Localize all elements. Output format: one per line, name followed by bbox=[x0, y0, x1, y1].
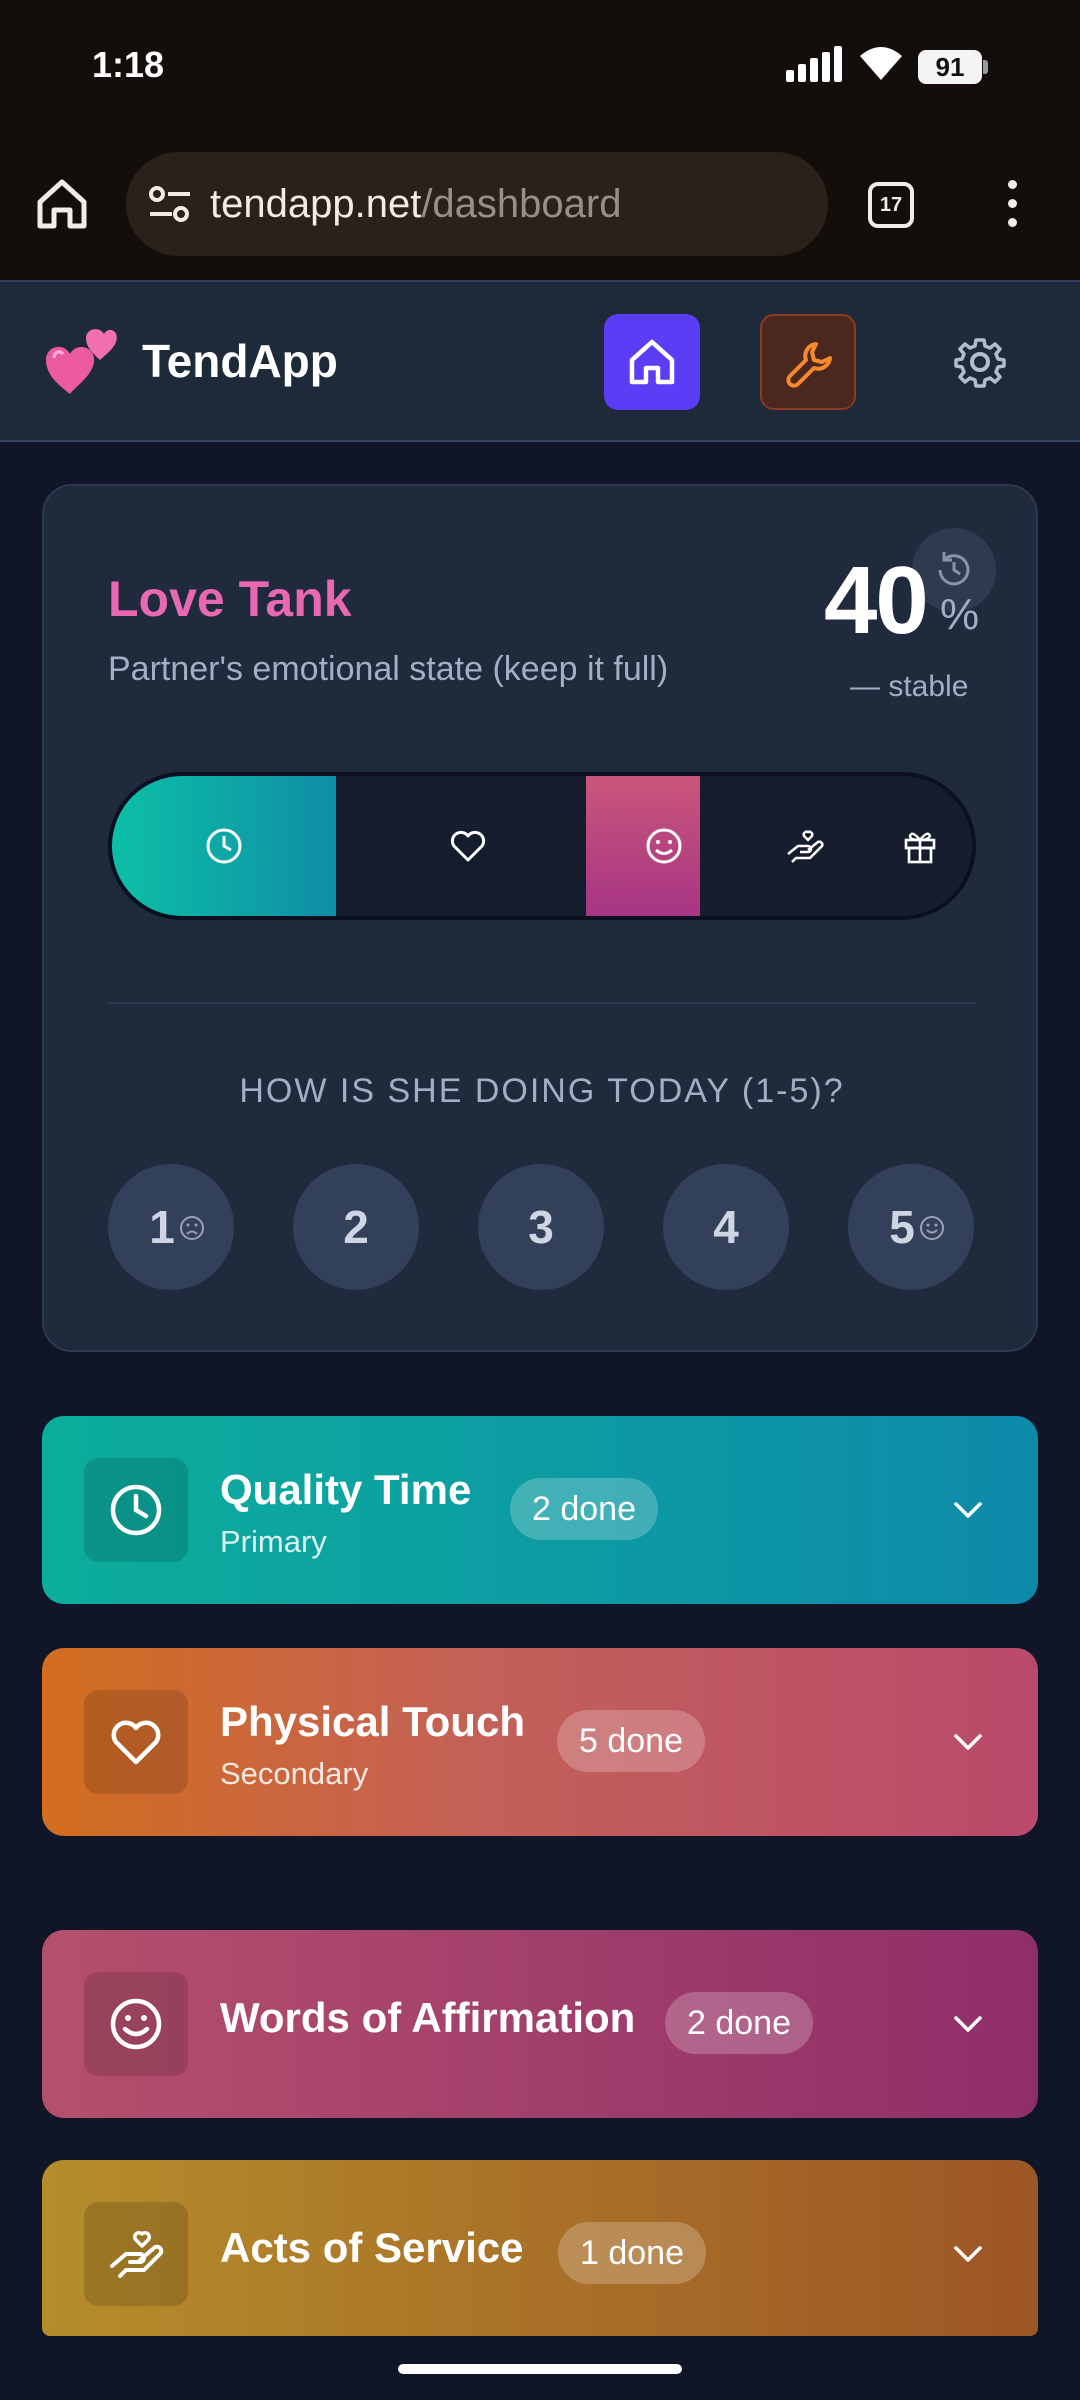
segment-acts-of-service bbox=[744, 776, 864, 916]
battery-cap bbox=[983, 60, 988, 74]
heart-icon bbox=[111, 1720, 161, 1765]
smile-icon bbox=[646, 828, 682, 864]
love-language-bar bbox=[108, 772, 976, 920]
url-path: /dashboard bbox=[421, 182, 622, 226]
percent-sign: % bbox=[940, 590, 980, 639]
status-bar: 1:18 91 bbox=[0, 0, 1080, 130]
chevron-down-icon[interactable] bbox=[948, 1490, 988, 1530]
helping-hand-icon bbox=[110, 2231, 164, 2278]
rating-2-button[interactable]: 2 bbox=[293, 1164, 419, 1290]
category-icon-box bbox=[84, 1690, 188, 1794]
gift-icon bbox=[904, 832, 936, 864]
signal-icon bbox=[786, 46, 842, 82]
segment-receiving-gifts bbox=[876, 776, 972, 916]
url-text[interactable]: tendapp.net/dashboard bbox=[210, 182, 621, 227]
battery-level: 91 bbox=[918, 50, 982, 84]
tab-switcher-button[interactable]: 17 bbox=[868, 182, 914, 228]
category-role: Secondary bbox=[220, 1756, 369, 1791]
browser-menu-icon[interactable] bbox=[1006, 180, 1018, 228]
url-domain: tendapp.net bbox=[210, 182, 422, 226]
nav-settings-button[interactable] bbox=[932, 314, 1028, 410]
smile-icon bbox=[110, 1998, 162, 2050]
chevron-down-icon[interactable] bbox=[948, 2234, 988, 2274]
category-icon-box bbox=[84, 1972, 188, 2076]
helping-hand-icon bbox=[787, 830, 824, 863]
love-tank-trend: — stable bbox=[850, 670, 969, 703]
rating-1-button[interactable]: 1 bbox=[108, 1164, 234, 1290]
category-physical-touch[interactable]: Physical Touch Secondary 5 done bbox=[42, 1648, 1038, 1836]
gesture-home-indicator[interactable] bbox=[398, 2364, 682, 2374]
segment-quality-time bbox=[112, 776, 336, 916]
love-tank-title: Love Tank bbox=[108, 571, 352, 627]
wifi-icon bbox=[860, 47, 902, 80]
heart-icon bbox=[450, 830, 486, 862]
two-hearts-logo-icon bbox=[46, 329, 117, 394]
done-count-badge: 2 done bbox=[665, 1992, 813, 2054]
love-tank-card: Love Tank Partner's emotional state (kee… bbox=[42, 484, 1038, 1352]
done-count-badge: 1 done bbox=[558, 2222, 706, 2284]
home-icon bbox=[629, 339, 675, 385]
app-header: TendApp bbox=[0, 280, 1080, 442]
clock-icon bbox=[110, 1484, 162, 1536]
done-count-badge: 2 done bbox=[510, 1478, 658, 1540]
clock-icon bbox=[206, 828, 242, 864]
love-tank-percent: 40 bbox=[824, 547, 929, 654]
segment-words-of-affirmation bbox=[586, 776, 700, 916]
done-count-badge: 5 done bbox=[557, 1710, 705, 1772]
rating-question: HOW IS SHE DOING TODAY (1-5)? bbox=[239, 1072, 845, 1110]
category-name: Words of Affirmation bbox=[220, 1994, 636, 2041]
category-acts-of-service[interactable]: Acts of Service 1 done bbox=[42, 2160, 1038, 2336]
site-settings-icon[interactable] bbox=[148, 184, 192, 224]
status-time: 1:18 bbox=[92, 44, 165, 85]
category-name: Physical Touch bbox=[220, 1698, 525, 1745]
category-name: Acts of Service bbox=[220, 2224, 524, 2271]
address-bar[interactable]: tendapp.net/dashboard bbox=[126, 152, 828, 256]
category-quality-time[interactable]: Quality Time Primary 2 done bbox=[42, 1416, 1038, 1604]
chevron-down-icon[interactable] bbox=[948, 1722, 988, 1762]
love-tank-subtitle: Partner's emotional state (keep it full) bbox=[108, 650, 669, 688]
segment-physical-touch bbox=[368, 776, 554, 916]
smile-icon bbox=[920, 1216, 944, 1240]
nav-tools-button[interactable] bbox=[760, 314, 856, 410]
frown-icon bbox=[180, 1216, 204, 1240]
gear-icon bbox=[954, 338, 1006, 388]
category-name: Quality Time bbox=[220, 1466, 472, 1513]
browser-home-icon[interactable] bbox=[34, 176, 90, 232]
history-icon bbox=[938, 552, 970, 586]
category-role: Primary bbox=[220, 1524, 327, 1559]
category-icon-box bbox=[84, 1458, 188, 1562]
category-words-of-affirmation[interactable]: Words of Affirmation 2 done bbox=[42, 1930, 1038, 2118]
battery-indicator: 91 bbox=[918, 50, 988, 84]
rating-4-button[interactable]: 4 bbox=[663, 1164, 789, 1290]
rating-5-label: 5 bbox=[889, 1201, 915, 1253]
nav-home-button[interactable] bbox=[604, 314, 700, 410]
rating-1-label: 1 bbox=[149, 1201, 175, 1253]
app-title: TendApp bbox=[142, 335, 338, 387]
category-icon-box bbox=[84, 2202, 188, 2306]
chevron-down-icon[interactable] bbox=[948, 2004, 988, 2044]
card-divider bbox=[108, 1002, 976, 1004]
wrench-icon bbox=[786, 342, 832, 388]
rating-5-button[interactable]: 5 bbox=[848, 1164, 974, 1290]
rating-3-button[interactable]: 3 bbox=[478, 1164, 604, 1290]
browser-toolbar: tendapp.net/dashboard 17 bbox=[0, 130, 1080, 280]
